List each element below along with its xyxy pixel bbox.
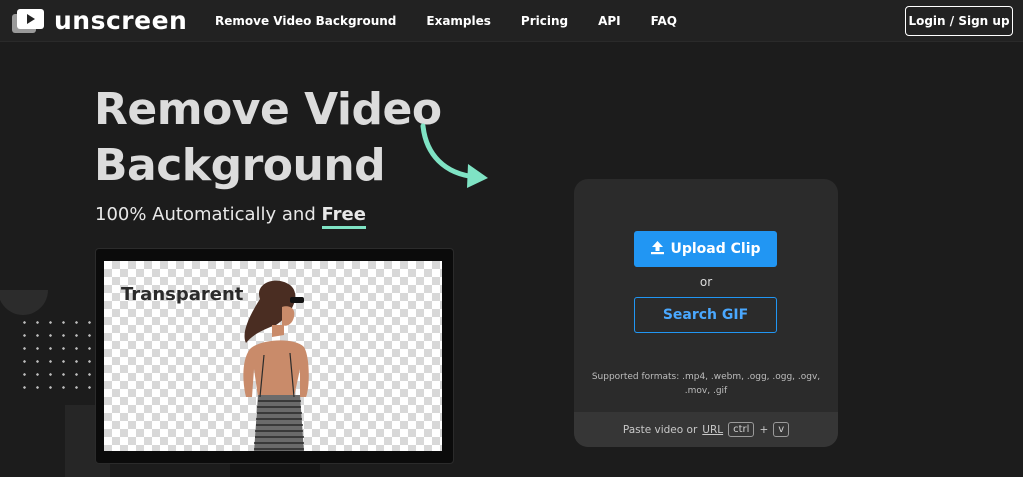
play-screen-icon [11,7,45,35]
logo[interactable]: unscreen [11,7,187,35]
logo-text: unscreen [54,6,188,35]
hero-subtitle-free: Free [321,204,366,229]
or-separator: or [699,275,713,289]
nav-link-api[interactable]: API [598,14,621,28]
plus-sign: + [759,423,769,436]
decorative-arc [0,290,48,315]
paste-url-link[interactable]: URL [702,424,723,436]
nav-link-pricing[interactable]: Pricing [521,14,568,28]
monitor-preview: Transparent [95,248,454,464]
search-gif-button[interactable]: Search GIF [634,297,777,333]
paste-url-bar: Paste video or URL ctrl + v [574,412,838,447]
hero-subtitle-text: 100% Automatically and [95,204,322,225]
curved-arrow-icon [420,123,488,188]
decorative-dots [18,316,98,396]
upload-icon [650,240,665,259]
monitor-stand [230,464,320,477]
person-cutout-image [243,280,309,451]
paste-prefix-text: Paste video or [622,423,698,436]
nav-link-examples[interactable]: Examples [426,14,491,28]
nav-link-remove-background[interactable]: Remove Video Background [215,14,396,28]
transparent-preview-screen: Transparent [104,261,442,451]
upload-panel: Upload Clip or Search GIF Supported form… [574,179,838,447]
login-signup-button[interactable]: Login / Sign up [905,6,1013,36]
upload-clip-button[interactable]: Upload Clip [634,231,777,267]
nav-link-faq[interactable]: FAQ [651,14,677,28]
supported-formats-text: Supported formats: .mp4, .webm, .ogg, .o… [591,372,821,396]
upload-clip-label: Upload Clip [670,241,761,257]
top-navbar: unscreen Remove Video Background Example… [0,0,1023,42]
main-nav: Remove Video Background Examples Pricing… [215,0,677,42]
ctrl-key-badge: ctrl [728,422,755,437]
hero-subtitle: 100% Automatically and Free [95,204,366,229]
v-key-badge: v [773,422,790,437]
